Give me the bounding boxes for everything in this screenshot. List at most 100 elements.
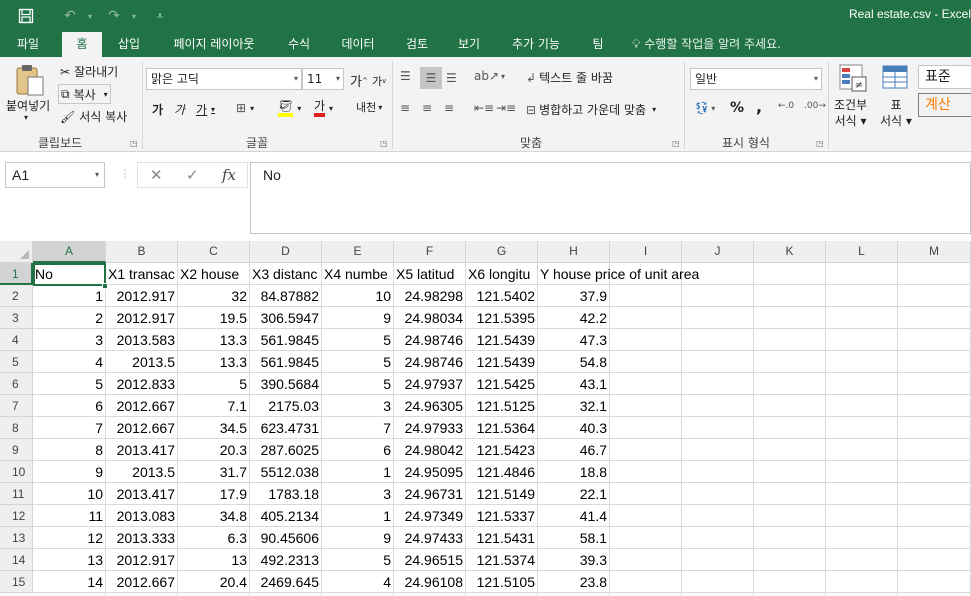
header-cell[interactable]: X3 distanc bbox=[250, 263, 321, 285]
header-cell[interactable]: X2 house bbox=[178, 263, 249, 285]
row-header-13[interactable]: 13 bbox=[0, 527, 33, 549]
column-header-j[interactable]: J bbox=[682, 241, 754, 263]
cancel-icon[interactable]: ✕ bbox=[150, 166, 163, 184]
data-cell[interactable]: 12 bbox=[33, 527, 105, 549]
italic-button[interactable]: 가 bbox=[174, 101, 185, 118]
data-cell[interactable]: 5 bbox=[322, 549, 393, 571]
data-cell[interactable]: 37.9 bbox=[538, 285, 609, 307]
data-cell[interactable]: 1783.18 bbox=[250, 483, 321, 505]
row-header-4[interactable]: 4 bbox=[0, 329, 33, 351]
shrink-font-button[interactable]: 가v bbox=[372, 73, 386, 89]
data-cell[interactable]: 3 bbox=[322, 483, 393, 505]
row-header-5[interactable]: 5 bbox=[0, 351, 33, 373]
paste-dropdown-icon[interactable]: ▾ bbox=[24, 113, 28, 122]
data-cell[interactable]: 24.98034 bbox=[394, 307, 465, 329]
data-cell[interactable]: 1 bbox=[322, 461, 393, 483]
data-cell[interactable]: 6.3 bbox=[178, 527, 249, 549]
comma-button[interactable]: , bbox=[756, 97, 762, 116]
data-cell[interactable]: 561.9845 bbox=[250, 329, 321, 351]
column-header-e[interactable]: E bbox=[322, 241, 394, 263]
select-all-button[interactable] bbox=[0, 241, 33, 263]
grow-font-button[interactable]: 가 ^ bbox=[350, 71, 368, 90]
increase-indent-icon[interactable]: ⇥≡ bbox=[496, 101, 516, 115]
borders-button[interactable]: ⊞ ▾ bbox=[236, 101, 254, 115]
data-cell[interactable]: 23.8 bbox=[538, 571, 609, 593]
data-cell[interactable]: 306.5947 bbox=[250, 307, 321, 329]
style-normal[interactable]: 표준 bbox=[918, 65, 971, 89]
wrap-text-button[interactable]: ↲ 텍스트 줄 바꿈 bbox=[526, 69, 613, 86]
data-cell[interactable]: 13 bbox=[33, 549, 105, 571]
data-cell[interactable]: 2013.5 bbox=[106, 351, 177, 373]
style-calculation[interactable]: 계산 bbox=[918, 93, 971, 117]
fill-color-button[interactable]: 🪣︎ ▾ bbox=[278, 99, 301, 117]
font-name-select[interactable]: 맑은 고딕 ▾ bbox=[146, 68, 302, 90]
data-cell[interactable]: 31.7 bbox=[178, 461, 249, 483]
data-cell[interactable]: 24.97937 bbox=[394, 373, 465, 395]
data-cell[interactable]: 24.96108 bbox=[394, 571, 465, 593]
merge-center-button[interactable]: ⊟ 병합하고 가운데 맞춤 ▾ bbox=[526, 101, 656, 118]
bold-button[interactable]: 가 bbox=[152, 101, 163, 118]
data-cell[interactable]: 24.96731 bbox=[394, 483, 465, 505]
decrease-decimal-icon[interactable]: .00→ bbox=[804, 101, 826, 111]
copy-button[interactable]: ⧉ 복사 ▾ bbox=[58, 84, 111, 104]
data-cell[interactable]: 10 bbox=[322, 285, 393, 307]
data-cell[interactable]: 121.5149 bbox=[466, 483, 537, 505]
row-header-12[interactable]: 12 bbox=[0, 505, 33, 527]
column-header-k[interactable]: K bbox=[754, 241, 826, 263]
data-cell[interactable]: 121.5439 bbox=[466, 351, 537, 373]
column-header-m[interactable]: M bbox=[898, 241, 971, 263]
tab-review[interactable]: 검토 bbox=[396, 32, 438, 57]
data-cell[interactable]: 43.1 bbox=[538, 373, 609, 395]
data-cell[interactable]: 623.4731 bbox=[250, 417, 321, 439]
data-cell[interactable]: 5 bbox=[178, 373, 249, 395]
formula-input[interactable]: No bbox=[250, 162, 971, 234]
tab-home[interactable]: 홈 bbox=[62, 32, 102, 57]
data-cell[interactable]: 84.87882 bbox=[250, 285, 321, 307]
data-cell[interactable]: 4 bbox=[322, 571, 393, 593]
tab-file[interactable]: 파일 bbox=[8, 32, 48, 57]
data-cell[interactable]: 22.1 bbox=[538, 483, 609, 505]
data-cell[interactable]: 7 bbox=[322, 417, 393, 439]
data-cell[interactable]: 32.1 bbox=[538, 395, 609, 417]
alignment-launcher-icon[interactable]: ◳ bbox=[672, 139, 680, 148]
data-cell[interactable]: 41.4 bbox=[538, 505, 609, 527]
name-box[interactable]: A1 ▾ bbox=[5, 162, 105, 188]
data-cell[interactable]: 39.3 bbox=[538, 549, 609, 571]
increase-decimal-icon[interactable]: ←.0 bbox=[778, 101, 794, 111]
data-cell[interactable]: 58.1 bbox=[538, 527, 609, 549]
align-top-icon[interactable]: ☰ bbox=[400, 69, 411, 83]
data-cell[interactable]: 121.5439 bbox=[466, 329, 537, 351]
row-header-9[interactable]: 9 bbox=[0, 439, 33, 461]
data-cell[interactable]: 9 bbox=[322, 307, 393, 329]
data-cell[interactable]: 6 bbox=[33, 395, 105, 417]
data-cell[interactable]: 10 bbox=[33, 483, 105, 505]
worksheet-grid[interactable]: ABCDEFGHIJKLM 1 2 3 4 5 6 7 8 9 10 11 12 13 14 15 No X1… bbox=[0, 241, 971, 596]
data-cell[interactable]: 5 bbox=[322, 373, 393, 395]
clipboard-icon[interactable] bbox=[14, 63, 50, 97]
column-header-a[interactable]: A bbox=[33, 241, 106, 263]
align-center-icon[interactable]: ≡ bbox=[422, 101, 432, 115]
align-bottom-icon[interactable]: ☰ bbox=[446, 71, 457, 85]
data-cell[interactable]: 121.5337 bbox=[466, 505, 537, 527]
data-cell[interactable]: 121.5423 bbox=[466, 439, 537, 461]
font-launcher-icon[interactable]: ◳ bbox=[380, 139, 388, 148]
tab-insert[interactable]: 삽입 bbox=[108, 32, 150, 57]
data-cell[interactable]: 40.3 bbox=[538, 417, 609, 439]
header-cell[interactable]: X4 numbe bbox=[322, 263, 393, 285]
conditional-format-button[interactable]: 조건부 서식 ▾ bbox=[834, 97, 867, 129]
data-cell[interactable]: 18.8 bbox=[538, 461, 609, 483]
row-header-3[interactable]: 3 bbox=[0, 307, 33, 329]
orientation-icon[interactable]: ab↗ ▾ bbox=[474, 69, 505, 83]
data-cell[interactable]: 1 bbox=[322, 505, 393, 527]
column-header-l[interactable]: L bbox=[826, 241, 898, 263]
align-middle-icon[interactable]: ☰ bbox=[420, 67, 442, 89]
data-cell[interactable]: 561.9845 bbox=[250, 351, 321, 373]
header-cell[interactable]: X5 latitud bbox=[394, 263, 465, 285]
data-cell[interactable]: 2012.833 bbox=[106, 373, 177, 395]
data-cell[interactable]: 3 bbox=[33, 329, 105, 351]
data-cell[interactable]: 121.5125 bbox=[466, 395, 537, 417]
data-cell[interactable]: 2013.083 bbox=[106, 505, 177, 527]
data-cell[interactable]: 121.5425 bbox=[466, 373, 537, 395]
data-cell[interactable]: 20.4 bbox=[178, 571, 249, 593]
column-header-f[interactable]: F bbox=[394, 241, 466, 263]
